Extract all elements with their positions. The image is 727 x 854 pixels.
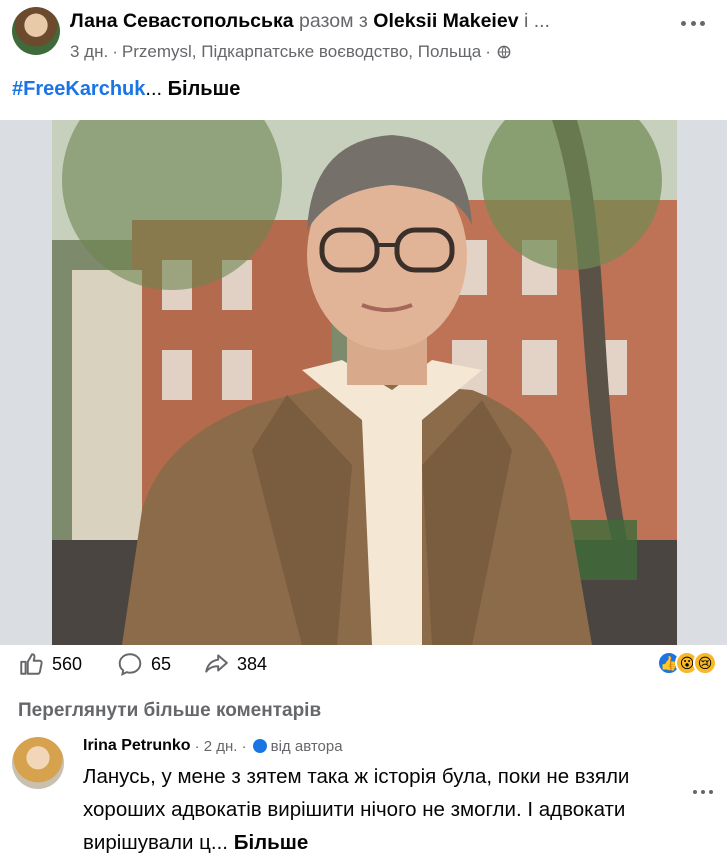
author-badge-icon	[252, 739, 267, 753]
comment-count: 65	[151, 653, 172, 674]
globe-icon[interactable]	[497, 45, 511, 59]
comment-body: Ланусь, у мене з зятем така ж історія бу…	[83, 765, 630, 854]
post-header: Лана Севастопольська разом з Oleksii Mak…	[0, 0, 727, 72]
comment-header: Irina Petrunko · 2 дн. · від автора	[83, 737, 343, 755]
with-word: разом з	[299, 10, 368, 32]
by-author-label: від автора	[270, 737, 343, 755]
post-stats: 560 65 384 👍 😮 😢	[0, 645, 727, 685]
comment-options-icon[interactable]	[693, 788, 713, 796]
meta-separator: ·	[112, 42, 118, 61]
post-ellipsis: ...	[145, 78, 163, 100]
tagged-name[interactable]: Oleksii Makeiev	[373, 10, 518, 32]
see-more-link[interactable]: Більше	[168, 78, 241, 100]
hashtag-link[interactable]: #FreeKarchuk	[12, 78, 145, 100]
share-action[interactable]: 384	[203, 651, 267, 677]
sad-reaction-icon: 😢	[693, 651, 717, 675]
comment-text: Ланусь, у мене з зятем така ж історія бу…	[83, 760, 683, 854]
post-meta: 3 дн. · Przemysl, Підкарпатське воєводст…	[70, 42, 511, 62]
photo-container	[0, 120, 727, 645]
share-icon	[205, 654, 228, 673]
reaction-summary[interactable]: 👍 😮 😢	[657, 651, 717, 675]
post-location[interactable]: Przemysl, Підкарпатське воєводство, Поль…	[122, 42, 481, 62]
comment-see-more[interactable]: Більше	[234, 831, 309, 854]
post-time[interactable]: 3 дн.	[70, 42, 108, 62]
like-count: 560	[52, 653, 83, 674]
commenter-avatar[interactable]	[12, 737, 64, 789]
comment-action[interactable]: 65	[117, 651, 171, 677]
post-photo[interactable]	[52, 120, 677, 645]
more-tagged[interactable]: і ...	[524, 10, 550, 32]
share-count: 384	[237, 653, 268, 674]
like-action[interactable]: 560	[18, 651, 82, 677]
more-options-icon[interactable]	[681, 18, 705, 28]
post-text: #FreeKarchuk... Більше	[12, 78, 240, 101]
view-more-comments[interactable]: Переглянути більше коментарів	[18, 700, 321, 722]
comment-icon	[118, 653, 142, 677]
commenter-name[interactable]: Irina Petrunko	[83, 737, 191, 755]
author-name[interactable]: Лана Севастопольська	[70, 10, 294, 32]
meta-separator: ·	[485, 42, 491, 61]
comment-time[interactable]: · 2 дн. ·	[195, 738, 247, 755]
post-author-line: Лана Севастопольська разом з Oleksii Mak…	[70, 10, 650, 33]
author-avatar[interactable]	[12, 7, 60, 55]
like-icon	[20, 653, 43, 675]
